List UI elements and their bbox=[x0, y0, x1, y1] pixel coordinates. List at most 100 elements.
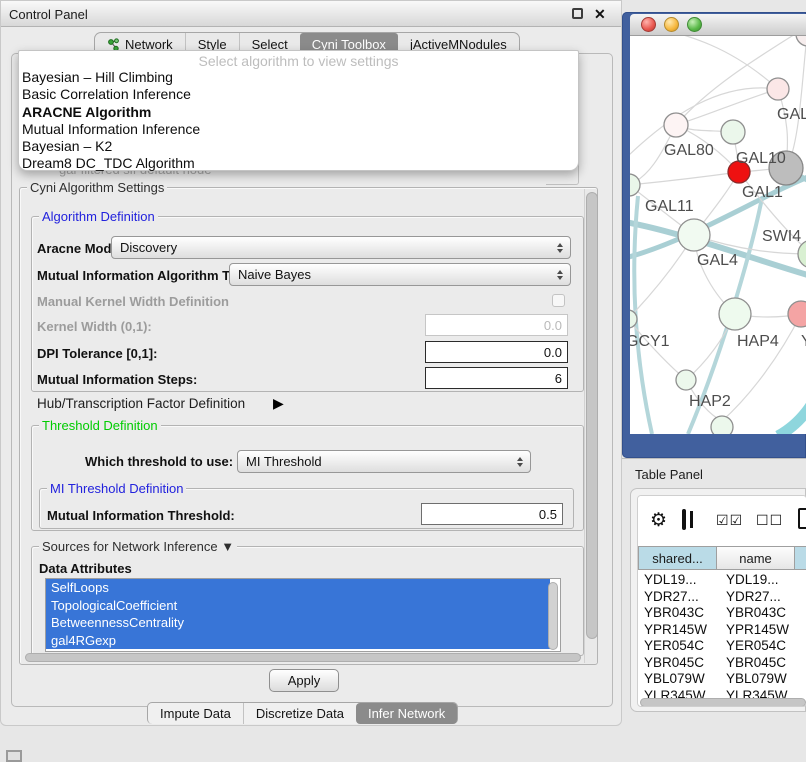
list-item[interactable]: TopologicalCoefficient bbox=[46, 597, 550, 615]
mi-threshold-label: Mutual Information Threshold: bbox=[47, 508, 235, 523]
node-label: GCY1 bbox=[630, 333, 670, 351]
dropdown-item[interactable]: Dream8 DC_TDC Algorithm bbox=[19, 155, 578, 172]
settings-hscrollbar-thumb[interactable] bbox=[25, 653, 581, 662]
combo-spinner-icon bbox=[517, 457, 523, 467]
data-attributes-label: Data Attributes bbox=[39, 561, 132, 576]
node-label: Y bbox=[801, 333, 806, 351]
apply-button[interactable]: Apply bbox=[269, 669, 339, 692]
table-row[interactable]: YDL19... YDL19... 13 bbox=[638, 572, 806, 589]
column-header-shared[interactable]: shared... bbox=[638, 546, 717, 570]
table-row[interactable]: YBL079W YBL079W bbox=[638, 671, 806, 688]
algorithm-dropdown-popup: Select algorithm to view settings Bayesi… bbox=[18, 50, 579, 171]
float-window-icon[interactable] bbox=[572, 8, 583, 19]
mi-steps-field[interactable]: 6 bbox=[425, 367, 568, 389]
deselect-all-checkboxes-icon[interactable]: ☐☐ bbox=[756, 512, 783, 529]
node[interactable] bbox=[711, 416, 733, 434]
manual-kernel-checkbox[interactable] bbox=[552, 294, 565, 307]
mi-type-label: Mutual Information Algorithm Type: bbox=[37, 268, 256, 283]
node-label: GAL bbox=[777, 106, 806, 124]
dropdown-item-selected[interactable]: ARACNE Algorithm bbox=[19, 104, 578, 121]
table-row[interactable]: YPR145W YPR145W 9. bbox=[638, 622, 806, 639]
table-row[interactable]: YLR345W YLR345W 9. bbox=[638, 688, 806, 699]
dpi-tolerance-field[interactable]: 0.0 bbox=[425, 341, 568, 363]
gear-icon[interactable]: ⚙ bbox=[650, 509, 667, 532]
aracne-mode-value: Discovery bbox=[120, 240, 177, 255]
dpi-tolerance-label: DPI Tolerance [0,1]: bbox=[37, 346, 157, 361]
traffic-light-minimize[interactable] bbox=[664, 17, 679, 32]
settings-group-title: Cyni Algorithm Settings bbox=[27, 180, 167, 195]
which-threshold-combo[interactable]: MI Threshold bbox=[237, 450, 531, 473]
list-vscrollbar-thumb[interactable] bbox=[548, 582, 558, 650]
node[interactable] bbox=[676, 370, 696, 390]
which-threshold-value: MI Threshold bbox=[246, 454, 322, 469]
list-item[interactable]: gal4RGexp bbox=[46, 632, 550, 650]
aracne-mode-combo[interactable]: Discovery bbox=[111, 236, 571, 259]
threshold-definition-title: Threshold Definition bbox=[39, 418, 161, 433]
traffic-light-close[interactable] bbox=[641, 17, 656, 32]
node[interactable] bbox=[664, 113, 688, 137]
table-row[interactable]: YER054C YER054C 8. bbox=[638, 638, 806, 655]
table-hscrollbar-thumb[interactable] bbox=[640, 698, 806, 707]
table-row[interactable]: YBR045C YBR045C 9. bbox=[638, 655, 806, 672]
node-label: HAP4 bbox=[737, 333, 779, 351]
triangle-down-icon[interactable]: ▼ bbox=[221, 539, 234, 554]
control-panel-titlebar: Control Panel ✕ bbox=[1, 1, 621, 27]
dropdown-item[interactable]: Basic Correlation Inference bbox=[19, 86, 578, 103]
node[interactable] bbox=[788, 301, 806, 327]
control-panel-title: Control Panel bbox=[9, 7, 88, 22]
network-canvas[interactable]: GAL GAL80 GAL10 GAL1 GAL11 GAL4 SWI4 GCY… bbox=[630, 36, 806, 434]
which-threshold-label: Which threshold to use: bbox=[85, 454, 233, 469]
screenshot-stage: Control Panel ✕ Network Style Select Cyn… bbox=[0, 0, 806, 762]
close-icon[interactable]: ✕ bbox=[594, 7, 606, 21]
traffic-light-zoom[interactable] bbox=[687, 17, 702, 32]
column-header-extra[interactable] bbox=[795, 546, 806, 570]
node-label: GAL11 bbox=[645, 198, 694, 216]
table-panel-header: Table Panel bbox=[622, 458, 806, 486]
node[interactable] bbox=[721, 120, 745, 144]
tab-impute-data[interactable]: Impute Data bbox=[148, 703, 243, 724]
control-panel-window: Control Panel ✕ Network Style Select Cyn… bbox=[0, 0, 622, 726]
mi-threshold-field[interactable]: 0.5 bbox=[421, 503, 563, 525]
mi-type-combo[interactable]: Naive Bayes bbox=[229, 263, 571, 286]
table-toolbar: ⚙ ☑☑ ☐☐ bbox=[638, 496, 806, 544]
combo-spinner-icon bbox=[557, 243, 563, 253]
column-header-name[interactable]: name bbox=[717, 546, 795, 570]
table-panel-title: Table Panel bbox=[635, 467, 703, 482]
hub-section-label[interactable]: Hub/Transcription Factor Definition bbox=[37, 396, 245, 411]
node[interactable] bbox=[719, 298, 751, 330]
node-label: SWI4 bbox=[762, 228, 801, 246]
tab-infer-network[interactable]: Infer Network bbox=[356, 703, 457, 724]
dropdown-item[interactable]: Bayesian – Hill Climbing bbox=[19, 69, 578, 86]
split-columns-icon[interactable] bbox=[682, 509, 686, 530]
dropdown-item[interactable]: Mutual Information Inference bbox=[19, 121, 578, 138]
list-item[interactable]: SelfLoops bbox=[46, 579, 550, 597]
node-label: HAP2 bbox=[689, 393, 731, 411]
sources-group-title[interactable]: Sources for Network Inference ▼ bbox=[39, 539, 237, 554]
node[interactable] bbox=[678, 219, 710, 251]
node-label: GAL1 bbox=[742, 184, 783, 202]
table-panel-inner: ⚙ ☑☑ ☐☐ shared... name YDL19... bbox=[637, 495, 806, 707]
table-row[interactable]: YDR27... YDR27... 12 bbox=[638, 589, 806, 606]
settings-vscrollbar[interactable] bbox=[584, 189, 597, 663]
mi-type-value: Naive Bayes bbox=[238, 267, 311, 282]
list-item[interactable]: BetweennessCentrality bbox=[46, 614, 550, 632]
data-attributes-list[interactable]: SelfLoops TopologicalCoefficient Between… bbox=[45, 578, 561, 652]
kernel-width-label: Kernel Width (0,1): bbox=[37, 319, 152, 334]
settings-vscrollbar-thumb[interactable] bbox=[586, 192, 598, 639]
table-rows: YDL19... YDL19... 13 YDR27... YDR27... 1… bbox=[638, 572, 806, 698]
node-label: GAL10 bbox=[736, 150, 786, 168]
network-window-titlebar bbox=[630, 14, 806, 36]
tab-discretize-data[interactable]: Discretize Data bbox=[243, 703, 356, 724]
algorithm-definition-title: Algorithm Definition bbox=[39, 209, 158, 224]
node-label: GAL80 bbox=[664, 142, 714, 160]
node[interactable] bbox=[796, 36, 806, 46]
document-icon[interactable] bbox=[798, 508, 806, 529]
select-all-checkboxes-icon[interactable]: ☑☑ bbox=[716, 512, 743, 529]
node[interactable] bbox=[767, 78, 789, 100]
table-panel: ⚙ ☑☑ ☐☐ shared... name YDL19... bbox=[630, 488, 806, 712]
dropdown-item[interactable]: Bayesian – K2 bbox=[19, 138, 578, 155]
table-row[interactable]: YBR043C YBR043C bbox=[638, 605, 806, 622]
kernel-width-field[interactable]: 0.0 bbox=[425, 314, 568, 336]
combo-spinner-icon bbox=[557, 270, 563, 280]
triangle-right-icon[interactable]: ▶ bbox=[273, 395, 284, 412]
